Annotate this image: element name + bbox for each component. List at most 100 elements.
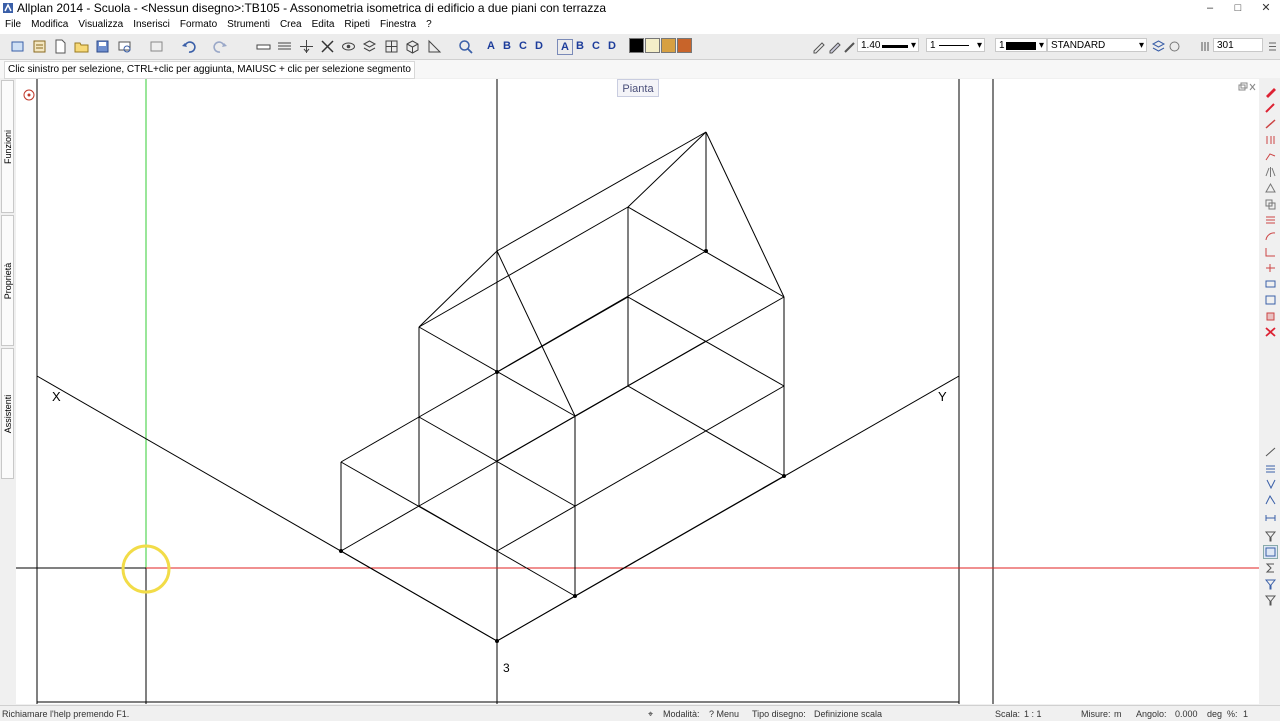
hatch-number-field[interactable]: 301 bbox=[1213, 38, 1263, 52]
window-title: Allplan 2014 - Scuola - <Nessun disegno>… bbox=[17, 1, 606, 15]
cube-view-icon[interactable] bbox=[404, 38, 421, 55]
grid-icon[interactable] bbox=[383, 38, 400, 55]
color-swatch-orange[interactable] bbox=[677, 38, 692, 53]
selection-filter-icon[interactable] bbox=[1263, 545, 1278, 559]
dim-style-c-button[interactable]: C bbox=[589, 39, 603, 53]
layer-visibility-icon[interactable] bbox=[1150, 38, 1167, 55]
erase-icon[interactable] bbox=[1264, 326, 1277, 338]
maximize-button[interactable]: □ bbox=[1224, 0, 1252, 17]
tab-assistenti[interactable]: Assistenti bbox=[1, 348, 14, 479]
new-document-icon[interactable] bbox=[52, 38, 69, 55]
text-style-b-button[interactable]: B bbox=[500, 39, 514, 53]
menu-help[interactable]: ? bbox=[421, 17, 437, 34]
pen-red-icon[interactable] bbox=[1264, 86, 1277, 98]
status-scala-value[interactable]: 1 : 1 bbox=[1024, 709, 1042, 719]
snap-icon[interactable] bbox=[1264, 478, 1277, 490]
measure-icon[interactable] bbox=[255, 38, 272, 55]
status-tipo-label: Tipo disegno: bbox=[752, 709, 806, 719]
dim-style-a-button[interactable]: A bbox=[557, 39, 573, 55]
minimize-button[interactable]: – bbox=[1196, 0, 1224, 17]
status-tipo-value[interactable]: Definizione scala bbox=[814, 709, 882, 719]
visibility-icon[interactable] bbox=[340, 38, 357, 55]
extend-tool-icon[interactable] bbox=[1264, 278, 1277, 290]
group-tool-icon[interactable] bbox=[1264, 294, 1277, 306]
delete-tool-icon[interactable] bbox=[319, 38, 336, 55]
status-scala-label: Scala: bbox=[995, 709, 1021, 719]
constraint-icon[interactable] bbox=[1264, 494, 1277, 506]
layer-settings-icon[interactable] bbox=[1166, 38, 1183, 55]
menu-crea[interactable]: Crea bbox=[275, 17, 307, 34]
sum-filter-icon[interactable] bbox=[1264, 562, 1277, 574]
text-style-d-button[interactable]: D bbox=[532, 39, 546, 53]
view-label-pianta[interactable]: Pianta bbox=[617, 79, 659, 97]
copy-tool-icon[interactable] bbox=[1264, 198, 1277, 210]
print-preview-icon[interactable] bbox=[116, 38, 133, 55]
line-tool-icon[interactable] bbox=[1264, 118, 1277, 130]
status-bar: Richiamare l'help premendo F1. ⌖ Modalit… bbox=[0, 705, 1280, 721]
layers-icon[interactable] bbox=[361, 38, 378, 55]
funnel-icon[interactable] bbox=[1264, 578, 1277, 590]
drawing-viewport[interactable] bbox=[16, 79, 1259, 704]
undo-icon[interactable] bbox=[180, 38, 197, 55]
menu-edita[interactable]: Edita bbox=[307, 17, 340, 34]
allplan-logo-icon bbox=[3, 3, 13, 13]
text-style-a-button[interactable]: A bbox=[484, 39, 498, 53]
layout-icon[interactable] bbox=[148, 38, 165, 55]
move-icon[interactable] bbox=[298, 38, 315, 55]
toolbar-options-icon[interactable] bbox=[1264, 38, 1280, 55]
menu-formato[interactable]: Formato bbox=[175, 17, 222, 34]
funnel-options-icon[interactable] bbox=[1264, 594, 1277, 606]
menu-ripeti[interactable]: Ripeti bbox=[339, 17, 375, 34]
color-swatch-black[interactable] bbox=[629, 38, 644, 53]
open-drawing-icon[interactable] bbox=[31, 38, 48, 55]
stack-icon[interactable] bbox=[1264, 462, 1277, 474]
menu-modifica[interactable]: Modifica bbox=[26, 17, 73, 34]
tab-funzioni[interactable]: Funzioni bbox=[1, 80, 14, 213]
menu-finestra[interactable]: Finestra bbox=[375, 17, 421, 34]
status-misure-value[interactable]: m bbox=[1114, 709, 1122, 719]
mirror-tool-icon[interactable] bbox=[1264, 166, 1277, 178]
pen-edit-icon[interactable] bbox=[826, 38, 843, 55]
layer-select[interactable]: STANDARD ▾ bbox=[1047, 38, 1147, 52]
menu-inserisci[interactable]: Inserisci bbox=[128, 17, 175, 34]
menu-visualizza[interactable]: Visualizza bbox=[73, 17, 128, 34]
save-icon[interactable] bbox=[94, 38, 111, 55]
filter-icon[interactable] bbox=[1264, 530, 1277, 542]
open-file-icon[interactable] bbox=[73, 38, 90, 55]
scale-icon[interactable] bbox=[426, 38, 443, 55]
fillet-tool-icon[interactable] bbox=[1264, 246, 1277, 258]
dimension-icon[interactable] bbox=[1264, 510, 1277, 522]
menu-file[interactable]: File bbox=[0, 17, 26, 34]
stretch-icon[interactable] bbox=[276, 38, 293, 55]
triangle-tool-icon[interactable] bbox=[1264, 182, 1277, 194]
new-project-icon[interactable] bbox=[9, 38, 26, 55]
pencil-red-icon[interactable] bbox=[1264, 102, 1277, 114]
dim-style-d-button[interactable]: D bbox=[605, 39, 619, 53]
tab-proprieta[interactable]: Proprietà bbox=[1, 215, 14, 346]
parallel-tool-icon[interactable] bbox=[1264, 134, 1277, 146]
line-type-select[interactable]: 1 ▾ bbox=[926, 38, 985, 52]
align-tool-icon[interactable] bbox=[1264, 214, 1277, 226]
modify-tool-icon[interactable] bbox=[1264, 150, 1277, 162]
help-search-icon[interactable] bbox=[457, 38, 474, 55]
pen-tool-icon[interactable] bbox=[810, 38, 827, 55]
dim-style-b-button[interactable]: B bbox=[573, 39, 587, 53]
line-color-value: 1 bbox=[999, 40, 1005, 51]
menu-strumenti[interactable]: Strumenti bbox=[222, 17, 275, 34]
pen-thickness-select[interactable]: 1.40 ▾ bbox=[857, 38, 919, 52]
line-color-select[interactable]: 1 ▾ bbox=[995, 38, 1047, 52]
edit-line-icon[interactable] bbox=[1264, 446, 1277, 458]
axis-x-label: X bbox=[52, 389, 61, 404]
status-angolo-value[interactable]: 0.000 bbox=[1175, 709, 1198, 719]
arc-tool-icon[interactable] bbox=[1264, 230, 1277, 242]
layer-tool-icon[interactable] bbox=[1264, 310, 1277, 322]
text-style-c-button[interactable]: C bbox=[516, 39, 530, 53]
status-modalita-value[interactable]: ? Menu bbox=[709, 709, 739, 719]
close-button[interactable]: ✕ bbox=[1252, 0, 1280, 17]
color-swatch-cream[interactable] bbox=[645, 38, 660, 53]
cad-drawing bbox=[16, 79, 1259, 704]
redo-icon[interactable] bbox=[212, 38, 229, 55]
status-percent-value[interactable]: 1 bbox=[1243, 709, 1248, 719]
trim-tool-icon[interactable] bbox=[1264, 262, 1277, 274]
color-swatch-ochre[interactable] bbox=[661, 38, 676, 53]
